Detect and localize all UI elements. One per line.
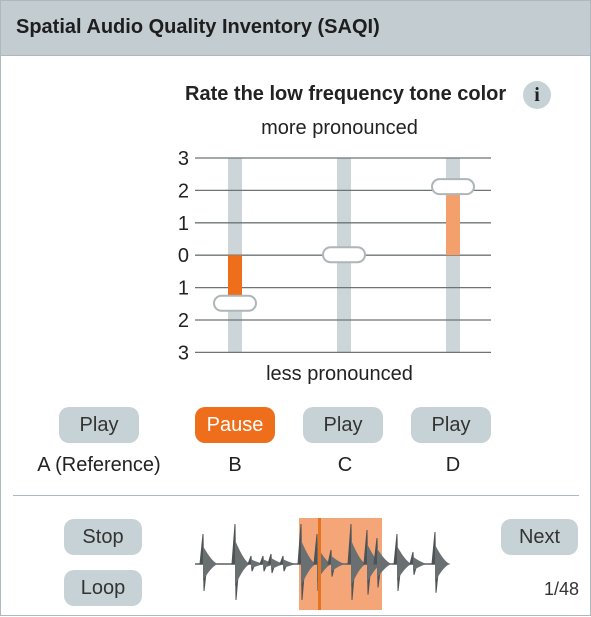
tick-label: 1	[178, 213, 189, 235]
condition-label-d: D	[445, 454, 461, 476]
condition-label-a: A (Reference)	[37, 454, 161, 476]
slider-thumb-d[interactable]	[431, 178, 475, 196]
play-button-d[interactable]: Play	[411, 407, 491, 443]
tick-label: 0	[178, 245, 189, 267]
slider-thumb-c[interactable]	[322, 246, 366, 264]
rating-bar-d	[446, 187, 460, 256]
play-button-c[interactable]: Play	[303, 407, 383, 443]
app-window: Spatial Audio Quality Inventory (SAQI) R…	[0, 0, 591, 616]
tick-label: 1	[178, 278, 189, 300]
tick-label: 3	[178, 148, 189, 170]
next-button[interactable]: Next	[501, 519, 578, 555]
progress-counter: 1/48	[543, 579, 579, 599]
scale-bottom-label: less pronounced	[266, 363, 413, 385]
waveform[interactable]	[191, 513, 451, 613]
stop-button[interactable]: Stop	[64, 519, 142, 555]
slider-thumb-b[interactable]	[213, 294, 257, 312]
playhead[interactable]	[318, 518, 321, 610]
play-button-a[interactable]: Play	[59, 407, 139, 443]
waveform-decay	[435, 544, 451, 582]
loop-button[interactable]: Loop	[64, 570, 142, 606]
tick-label: 3	[178, 342, 189, 364]
divider	[13, 495, 579, 496]
tick-label: 2	[178, 180, 189, 202]
tick-label: 2	[178, 310, 189, 332]
condition-label-c: C	[337, 454, 353, 476]
condition-label-b: B	[228, 454, 242, 476]
pause-button-b[interactable]: Pause	[195, 407, 275, 443]
